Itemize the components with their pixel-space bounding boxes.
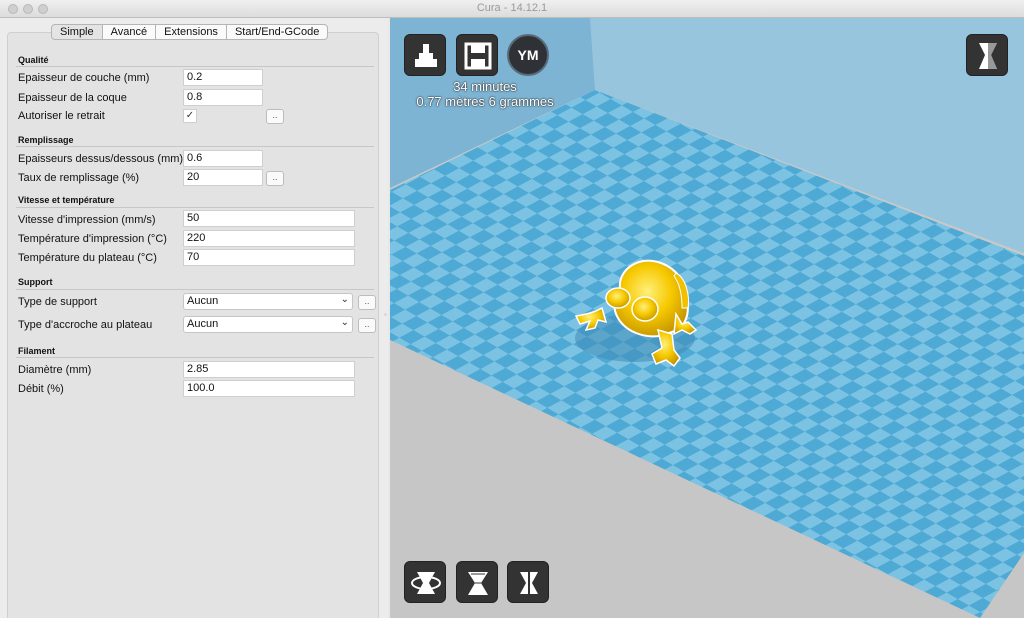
support-type-more-button[interactable]: .. — [358, 295, 376, 310]
splitter-handle[interactable]: ◦ — [384, 310, 388, 319]
print-speed-input[interactable]: 50 — [183, 210, 355, 227]
chevron-down-icon: ⌄ — [340, 317, 349, 328]
section-quality-title: Qualité — [18, 55, 49, 65]
print-material: 0.77 mètres 6 grammes — [416, 94, 554, 109]
3d-viewport[interactable]: YM 34 minutes 0.77 mètres 6 grammes — [390, 18, 1024, 618]
support-type-value: Aucun — [187, 295, 219, 307]
print-time: 34 minutes — [453, 79, 517, 94]
retraction-more-button[interactable]: .. — [266, 109, 284, 124]
save-icon — [464, 42, 492, 70]
load-model-button[interactable] — [404, 34, 446, 76]
mirror-button[interactable] — [507, 561, 549, 603]
bed-temperature-label: Température du plateau (°C) — [18, 252, 157, 264]
tab-start-end-gcode[interactable]: Start/End-GCode — [226, 24, 329, 40]
platform-adhesion-label: Type d'accroche au plateau — [18, 319, 153, 331]
section-fill-title: Remplissage — [18, 135, 74, 145]
top-bottom-thickness-input[interactable]: 0.6 — [183, 150, 263, 167]
platform-adhesion-more-button[interactable]: .. — [358, 318, 376, 333]
shell-thickness-input[interactable]: 0.8 — [183, 89, 263, 106]
diameter-label: Diamètre (mm) — [18, 364, 92, 376]
section-filament-title: Filament — [18, 346, 56, 356]
rotate-icon — [411, 572, 441, 594]
section-divider — [16, 146, 374, 147]
support-type-select[interactable]: Aucun ⌄ — [183, 293, 353, 310]
title-bar: Cura - 14.12.1 — [0, 0, 1024, 18]
fill-density-more-button[interactable]: .. — [266, 171, 284, 186]
view-mode-button[interactable] — [966, 34, 1008, 76]
bed-temperature-input[interactable]: 70 — [183, 249, 355, 266]
section-divider — [16, 289, 374, 290]
fill-density-input[interactable]: 20 — [183, 169, 263, 186]
layer-height-input[interactable]: 0.2 — [183, 69, 263, 86]
tab-extensions[interactable]: Extensions — [156, 24, 227, 40]
save-toolpath-button[interactable] — [456, 34, 498, 76]
section-divider — [16, 207, 374, 208]
layer-height-label: Epaisseur de couche (mm) — [18, 72, 150, 84]
top-bottom-thickness-label: Epaisseurs dessus/dessous (mm) — [18, 153, 184, 165]
print-speed-label: Vitesse d'impression (mm/s) — [18, 214, 156, 226]
print-temperature-input[interactable]: 220 — [183, 230, 355, 247]
chevron-down-icon: ⌄ — [340, 294, 349, 305]
tab-simple[interactable]: Simple — [51, 24, 103, 40]
section-divider — [16, 357, 374, 358]
flow-input[interactable]: 100.0 — [183, 380, 355, 397]
section-speed-title: Vitesse et température — [18, 195, 115, 205]
mirror-icon — [520, 568, 538, 598]
flow-label: Débit (%) — [18, 383, 64, 395]
youmagine-button[interactable]: YM — [507, 34, 549, 76]
scale-button[interactable] — [456, 561, 498, 603]
tab-advanced[interactable]: Avancé — [102, 24, 157, 40]
diameter-input[interactable]: 2.85 — [183, 361, 355, 378]
shell-thickness-label: Epaisseur de la coque — [18, 92, 127, 104]
view-mode-icon — [979, 43, 997, 69]
retraction-label: Autoriser le retrait — [18, 110, 105, 122]
settings-tabs: Simple Avancé Extensions Start/End-GCode — [51, 24, 329, 40]
youmagine-icon: YM — [517, 47, 539, 63]
fill-density-label: Taux de remplissage (%) — [18, 172, 140, 184]
scale-icon — [468, 572, 488, 595]
platform-adhesion-select[interactable]: Aucun ⌄ — [183, 316, 353, 333]
platform-adhesion-value: Aucun — [187, 318, 219, 330]
retraction-checkbox[interactable]: ✓ — [183, 109, 197, 123]
print-temperature-label: Température d'impression (°C) — [18, 233, 167, 245]
load-icon — [415, 44, 437, 67]
section-divider — [16, 66, 374, 67]
rotate-button[interactable] — [404, 561, 446, 603]
window-title: Cura - 14.12.1 — [476, 2, 548, 14]
settings-panel: Simple Avancé Extensions Start/End-GCode… — [0, 18, 388, 618]
support-type-label: Type de support — [18, 296, 97, 308]
section-support-title: Support — [18, 277, 53, 287]
